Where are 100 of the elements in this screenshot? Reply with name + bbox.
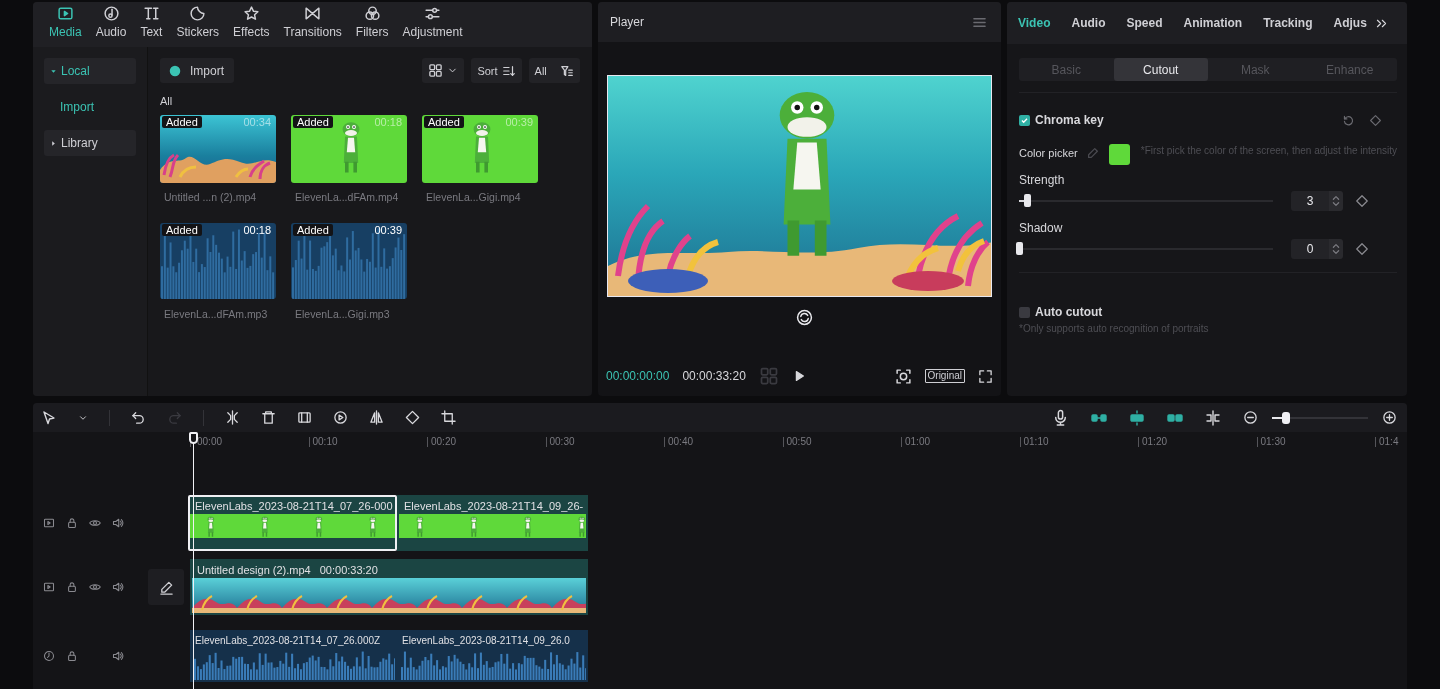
media-tab[interactable]: Adjustment xyxy=(395,5,470,47)
video-icon xyxy=(56,5,74,22)
current-time: 00:00:00:00 xyxy=(606,369,670,383)
duration-label: 00:39 xyxy=(505,116,533,128)
lock-icon[interactable] xyxy=(66,581,78,593)
file-name: ElevenLa...dFAm.mp4 xyxy=(294,191,400,203)
added-badge: Added xyxy=(424,116,464,128)
music-note-icon xyxy=(102,5,120,22)
zoom-out-icon[interactable] xyxy=(1243,410,1258,425)
sticker-icon xyxy=(189,5,207,22)
star-icon xyxy=(242,5,260,22)
media-tab[interactable]: Text xyxy=(133,5,170,47)
sort-button[interactable]: Sort xyxy=(471,58,522,83)
speaker-icon[interactable] xyxy=(112,517,124,529)
eye-icon[interactable] xyxy=(89,517,101,529)
timeline-clip[interactable]: ElevenLabs_2023-08-21T14_09_26.0 xyxy=(397,630,588,682)
microphone-icon[interactable] xyxy=(1052,409,1069,426)
media-tab[interactable]: Stickers xyxy=(169,5,227,47)
filter-icon xyxy=(560,63,574,78)
frog-thumbnail[interactable] xyxy=(422,115,538,183)
crop-icon[interactable] xyxy=(441,410,456,425)
lock-icon[interactable] xyxy=(66,517,78,529)
cover-edit-button[interactable] xyxy=(148,569,184,605)
file-name: ElevenLa...Gigi.mp4 xyxy=(425,191,522,203)
value-field[interactable]: 3 xyxy=(1291,191,1329,211)
slider-thumb[interactable] xyxy=(1023,194,1031,207)
file-name: ElevenLa...Gigi.mp3 xyxy=(294,308,391,320)
waveform-thumbnail[interactable] xyxy=(291,223,407,299)
keyframe-icon[interactable] xyxy=(1355,242,1369,256)
time-tick-label: 00:50 xyxy=(786,436,812,447)
cutout-tab[interactable]: Cutout xyxy=(1113,58,1208,81)
pencil-icon xyxy=(158,579,174,595)
filter-label: All xyxy=(160,95,174,107)
color-swatch[interactable] xyxy=(1108,144,1130,165)
eye-icon[interactable] xyxy=(89,581,101,593)
scan-icon[interactable] xyxy=(894,367,912,385)
lock-icon[interactable] xyxy=(66,650,78,662)
file-name: Untitled ...n (2).mp4 xyxy=(163,191,258,203)
media-tab[interactable]: Filters xyxy=(348,5,396,47)
cursor-icon[interactable] xyxy=(41,409,57,426)
view-toggle[interactable] xyxy=(422,58,465,83)
media-tab[interactable]: Effects xyxy=(226,5,277,47)
play-circle-icon[interactable] xyxy=(333,410,348,425)
sort-icon xyxy=(501,63,516,78)
clip-label: ElevenLabs_2023-08-21T14_09_26.0 xyxy=(401,634,570,648)
slider-thumb[interactable] xyxy=(1016,242,1023,255)
checkbox[interactable] xyxy=(1019,306,1030,318)
zoom-in-icon[interactable] xyxy=(1382,410,1397,425)
underwater-thumbnail[interactable] xyxy=(160,115,276,183)
undo-icon[interactable] xyxy=(131,410,146,425)
music-track-icon[interactable] xyxy=(43,650,55,662)
fullscreen-icon[interactable] xyxy=(978,368,993,384)
inspector-tab[interactable]: Tracking xyxy=(1263,16,1313,30)
mirror-icon[interactable] xyxy=(369,410,384,425)
split-icon[interactable] xyxy=(225,410,240,425)
media-tab[interactable]: Audio xyxy=(88,5,134,47)
checkbox[interactable] xyxy=(1019,114,1030,126)
sidebar-group[interactable]: Library xyxy=(44,130,136,156)
split-align-icon[interactable] xyxy=(1205,409,1221,426)
frog-thumbnail[interactable] xyxy=(291,115,407,183)
zoom-slider-thumb[interactable] xyxy=(1282,411,1291,424)
video-track-icon[interactable] xyxy=(43,581,55,593)
snap-icon[interactable] xyxy=(1129,409,1145,426)
speaker-icon[interactable] xyxy=(112,581,124,593)
timeline-clip[interactable]: ElevenLabs_2023-08-21T14_07_26.000Z xyxy=(190,630,397,682)
sidebar-item[interactable]: Import xyxy=(44,95,136,119)
keyframe-icon[interactable] xyxy=(1355,194,1369,208)
trash-icon[interactable] xyxy=(261,410,276,425)
sliders-icon xyxy=(424,5,441,22)
time-tick-label: 00:10 xyxy=(312,436,338,447)
video-track-icon[interactable] xyxy=(43,517,55,529)
keyframe-icon[interactable] xyxy=(1369,113,1382,127)
value-field[interactable]: 0 xyxy=(1291,239,1329,259)
text-icon xyxy=(142,5,160,22)
rotate-icon[interactable] xyxy=(795,309,813,326)
inspector-tab[interactable]: Adjus xyxy=(1333,16,1367,30)
total-time: 00:00:33:20 xyxy=(682,369,746,383)
added-badge: Added xyxy=(162,116,202,128)
sidebar-group[interactable]: Local xyxy=(44,58,136,84)
duration-label: 00:18 xyxy=(243,224,271,236)
inspector-tab[interactable]: Video xyxy=(1018,16,1051,30)
reset-icon[interactable] xyxy=(1342,113,1355,127)
import-button[interactable]: Import xyxy=(160,58,234,83)
filter-button[interactable]: All xyxy=(528,58,580,83)
panel-title: Player xyxy=(610,15,644,29)
timeline-clip[interactable]: ElevenLabs_2023-08-21T14_09_26- xyxy=(397,495,588,551)
inspector-tab[interactable]: Speed xyxy=(1126,16,1163,30)
timeline-clip[interactable]: Untitled design (2).mp4 00:00:33:20 xyxy=(190,559,588,615)
frame-icon[interactable] xyxy=(297,410,312,425)
time-tick-label: 00:20 xyxy=(431,436,457,447)
waveform-thumbnail[interactable] xyxy=(160,223,276,299)
aspect-ratio-button[interactable]: Original xyxy=(924,369,965,383)
timeline-clip[interactable]: ElevenLabs_2023-08-21T14_07_26-000 xyxy=(188,495,397,551)
media-tab[interactable]: Media xyxy=(42,5,89,47)
clip-label: ElevenLabs_2023-08-21T14_09_26- xyxy=(403,499,584,513)
time-tick-label: 00:30 xyxy=(549,436,575,447)
speaker-icon[interactable] xyxy=(112,650,124,662)
inspector-tab[interactable]: Animation xyxy=(1183,16,1243,30)
media-tab[interactable]: Transitions xyxy=(276,5,349,47)
inspector-tab[interactable]: Audio xyxy=(1071,16,1106,30)
